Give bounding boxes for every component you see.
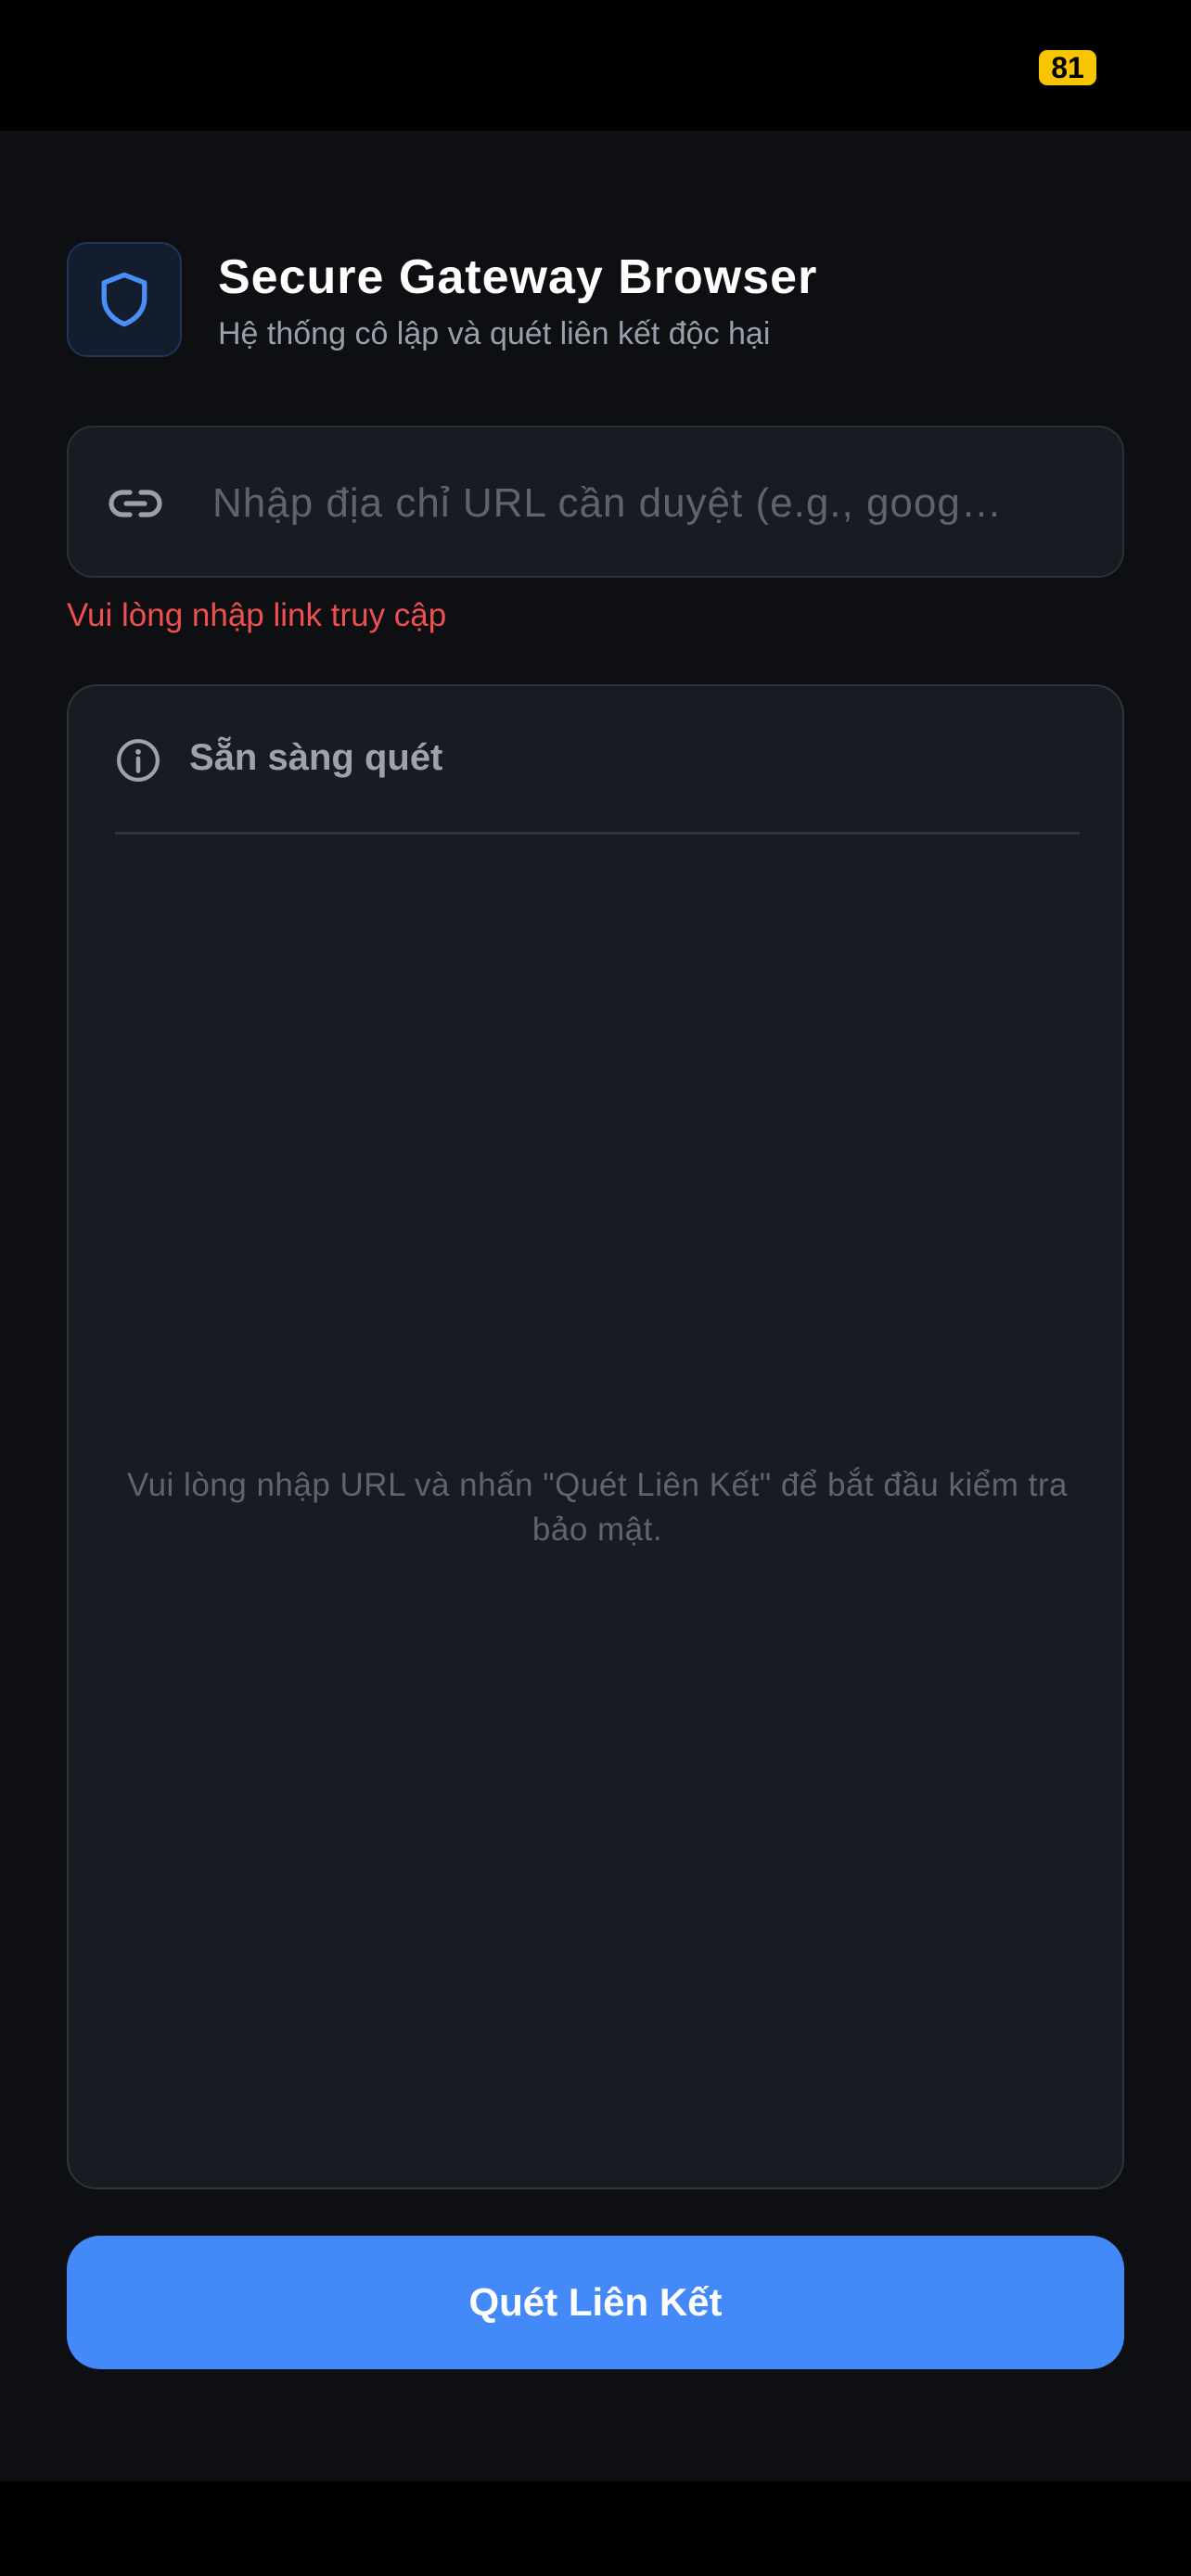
app-title: Secure Gateway Browser [218, 250, 818, 304]
scan-status-header: Sẵn sàng quét [115, 723, 1080, 835]
scan-result-panel: Sẵn sàng quét Vui lòng nhập URL và nhấn … [67, 684, 1124, 2189]
battery-level-badge: 81 [1039, 50, 1096, 85]
scan-link-button[interactable]: Quét Liên Kết [67, 2236, 1124, 2369]
url-error-message: Vui lòng nhập link truy cập [67, 597, 447, 633]
bottom-bar [0, 2481, 1191, 2576]
app-screen: Secure Gateway Browser Hệ thống cô lập v… [0, 131, 1191, 2481]
app-header: Secure Gateway Browser Hệ thống cô lập v… [67, 242, 1124, 363]
app-subtitle: Hệ thống cô lập và quét liên kết độc hại [218, 316, 771, 351]
url-field[interactable] [67, 426, 1124, 578]
app-logo [67, 242, 182, 357]
url-input[interactable] [212, 461, 1103, 546]
info-icon [117, 739, 160, 782]
link-icon [109, 490, 162, 517]
scan-status-label: Sẵn sàng quét [189, 737, 443, 778]
empty-state-message: Vui lòng nhập URL và nhấn "Quét Liên Kết… [127, 1467, 1068, 1548]
shield-icon [101, 272, 147, 327]
status-bar: 81 [0, 0, 1191, 131]
